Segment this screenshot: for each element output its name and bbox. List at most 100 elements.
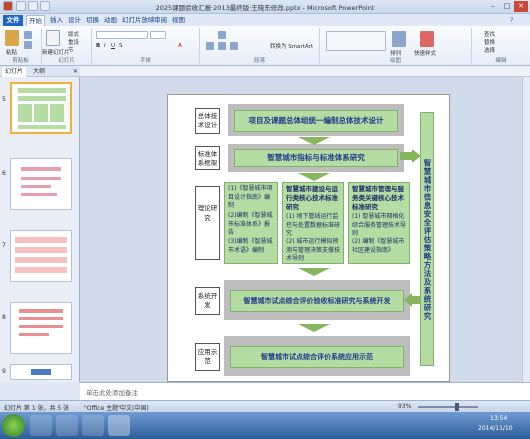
underline-icon[interactable]: U — [111, 43, 115, 49]
clipboard-label: 剪贴板 — [12, 58, 29, 64]
arrange-icon[interactable] — [392, 31, 406, 47]
clock-time: 13:54 — [490, 415, 508, 422]
slides-label: 幻灯片 — [58, 58, 75, 64]
tab-home[interactable]: 开始 — [26, 15, 45, 26]
font-color-icon[interactable]: A — [178, 43, 182, 49]
drawing-group: 排列 快速样式 绘图 — [320, 28, 472, 64]
horizontal-ruler — [80, 66, 530, 77]
replace-button[interactable]: 替换 — [484, 38, 495, 46]
editing-group: 查找 替换 选择 编辑 — [472, 28, 530, 64]
layout-button[interactable]: 版式 — [68, 30, 79, 38]
clock-date: 2014/11/10 — [478, 425, 513, 432]
col1-item-2: (2)编制《智慧城市标准体系》报告 — [228, 212, 273, 236]
slides-group: 新建幻灯片 版式 重设 节 幻灯片 — [42, 28, 92, 64]
start-button-icon[interactable] — [2, 414, 25, 437]
construction-operation-column[interactable]: 智慧城市建设与运行类核心技术标准研究 (1) 地下管线运行监控与处置数据标准研究… — [282, 182, 344, 264]
strikethrough-icon[interactable]: S — [119, 43, 123, 49]
italic-icon[interactable]: I — [104, 43, 106, 49]
quick-styles-icon[interactable] — [420, 31, 434, 47]
select-button[interactable]: 选择 — [484, 46, 495, 54]
numbering-icon[interactable] — [218, 31, 226, 39]
row-label-demonstration: 应用示范 — [195, 343, 220, 371]
down-arrow — [298, 324, 330, 332]
convert-smartart-button[interactable]: 转换为 SmartArt — [270, 42, 313, 50]
notes-placeholder: 单击此处添加备注 — [86, 389, 138, 397]
right-arrow — [400, 149, 421, 163]
drawing-label: 绘图 — [389, 58, 401, 64]
tab-review[interactable]: 审阅 — [152, 15, 169, 26]
powerpoint-taskbar-icon[interactable] — [108, 415, 130, 436]
tab-view[interactable]: 视图 — [170, 15, 187, 26]
help-icon[interactable]: ? — [508, 15, 515, 26]
application-demo-box[interactable]: 智慧城市试点综合评价系统应用示范 — [230, 346, 404, 368]
status-bar: 幻灯片 第 1 张，共 5 张 "Office 主题" 中文(中国) 93% — [0, 400, 530, 412]
close-button[interactable]: ✕ — [514, 1, 528, 12]
reset-button[interactable]: 重设 — [68, 38, 79, 46]
language[interactable]: 中文(中国) — [120, 403, 149, 412]
align-left-icon[interactable] — [206, 42, 214, 50]
bold-icon[interactable]: B — [96, 43, 100, 49]
find-button[interactable]: 查找 — [484, 30, 495, 38]
col2-item-2: (2) 城市运行模拟预测与管理决策支撑技术导则 — [286, 238, 341, 262]
paste-icon[interactable] — [5, 30, 19, 46]
down-arrow — [298, 173, 330, 181]
align-center-icon[interactable] — [218, 42, 226, 50]
tab-animations[interactable]: 动画 — [102, 15, 119, 26]
down-arrow — [298, 137, 330, 145]
zoom-slider[interactable] — [418, 406, 478, 408]
row-label-design: 总体技术设计 — [195, 108, 220, 134]
new-slide-button[interactable]: 新建幻灯片 — [42, 48, 70, 56]
slide-thumbnail-8[interactable] — [10, 302, 72, 354]
col2-title: 智慧城市建设与运行类核心技术标准研究 — [286, 185, 338, 211]
minimize-button[interactable]: – — [486, 1, 500, 12]
standards-column[interactable]: (1)《智慧城市项目设计指南》编制 (2)编制《智慧城市标准体系》报告 (3)编… — [224, 182, 278, 264]
standards-system-box[interactable]: 智慧城市指标与标准体系研究 — [234, 149, 398, 167]
tab-outline[interactable]: 大纲 — [30, 67, 48, 77]
new-slide-icon[interactable] — [46, 30, 60, 46]
section-button[interactable]: 节 — [68, 46, 74, 54]
vertical-scrollbar[interactable] — [522, 77, 530, 382]
editing-label: 编辑 — [495, 58, 507, 64]
theme-name: "Office 主题" — [84, 405, 121, 412]
font-family-select[interactable] — [96, 31, 148, 39]
slide-thumbnail-5[interactable] — [10, 82, 72, 134]
slide-thumbnail-9[interactable] — [10, 364, 72, 380]
management-service-column[interactable]: 智慧城市管理与服务类关键核心技术标准研究 (1) 智慧城市网格化综合服务管理技术… — [348, 182, 410, 264]
pane-tabs: 幻灯片 大纲 ✕ — [0, 66, 80, 77]
title-bar: 2025课题验收汇报·2013最终版·王晓东修改.pptx - Microsof… — [0, 0, 530, 14]
system-development-box[interactable]: 智慧城市试点综合评价验收标准研究与系统开发 — [230, 290, 404, 312]
zoom-slider-thumb[interactable] — [455, 403, 459, 411]
paste-button[interactable]: 粘贴 — [6, 48, 17, 56]
maximize-button[interactable]: □ — [500, 1, 514, 12]
explorer-icon[interactable] — [56, 415, 78, 436]
clipboard-group: 粘贴 剪贴板 — [0, 28, 42, 64]
ie-icon[interactable] — [30, 415, 52, 436]
tab-transitions[interactable]: 切换 — [84, 15, 101, 26]
security-research-box[interactable]: 智慧城市信息安全评估策略方法及系统研究 — [420, 112, 434, 366]
notes-pane[interactable]: 单击此处添加备注 — [80, 382, 530, 400]
zoom-level[interactable]: 93% — [398, 403, 411, 410]
tab-design[interactable]: 设计 — [66, 15, 83, 26]
slide-thumbnail-7[interactable] — [10, 230, 72, 282]
thumb-number: 5 — [2, 96, 6, 103]
tab-slides[interactable]: 幻灯片 — [2, 67, 27, 77]
slide-thumbnail-pane: 幻灯片 大纲 ✕ 5 6 7 8 9 — [0, 66, 80, 382]
cut-icon[interactable] — [24, 31, 32, 39]
thumb-number: 9 — [2, 368, 6, 375]
ribbon-tabs: 文件 开始 插入 设计 切换 动画 幻灯片放映 审阅 视图 ? — [0, 14, 530, 26]
slide-thumbnail-6[interactable] — [10, 158, 72, 210]
row-label-standards: 标准体系框架 — [195, 146, 220, 170]
shapes-gallery[interactable] — [326, 31, 386, 51]
overall-design-box[interactable]: 项目及课题总体组统一编制总体技术设计 — [234, 110, 398, 132]
tab-insert[interactable]: 插入 — [48, 15, 65, 26]
align-right-icon[interactable] — [230, 42, 238, 50]
paragraph-label: 段落 — [253, 58, 265, 64]
bullets-icon[interactable] — [206, 31, 214, 39]
col3-item-2: (2) 编制《智慧城市社区建设指南》 — [352, 238, 405, 254]
app-icon[interactable] — [82, 415, 104, 436]
col2-item-1: (1) 地下管线运行监控与处置数据标准研究 — [286, 213, 341, 237]
tab-file[interactable]: 文件 — [3, 15, 23, 26]
copy-icon[interactable] — [24, 41, 32, 49]
font-size-select[interactable] — [150, 31, 166, 39]
thumb-number: 6 — [2, 170, 6, 177]
